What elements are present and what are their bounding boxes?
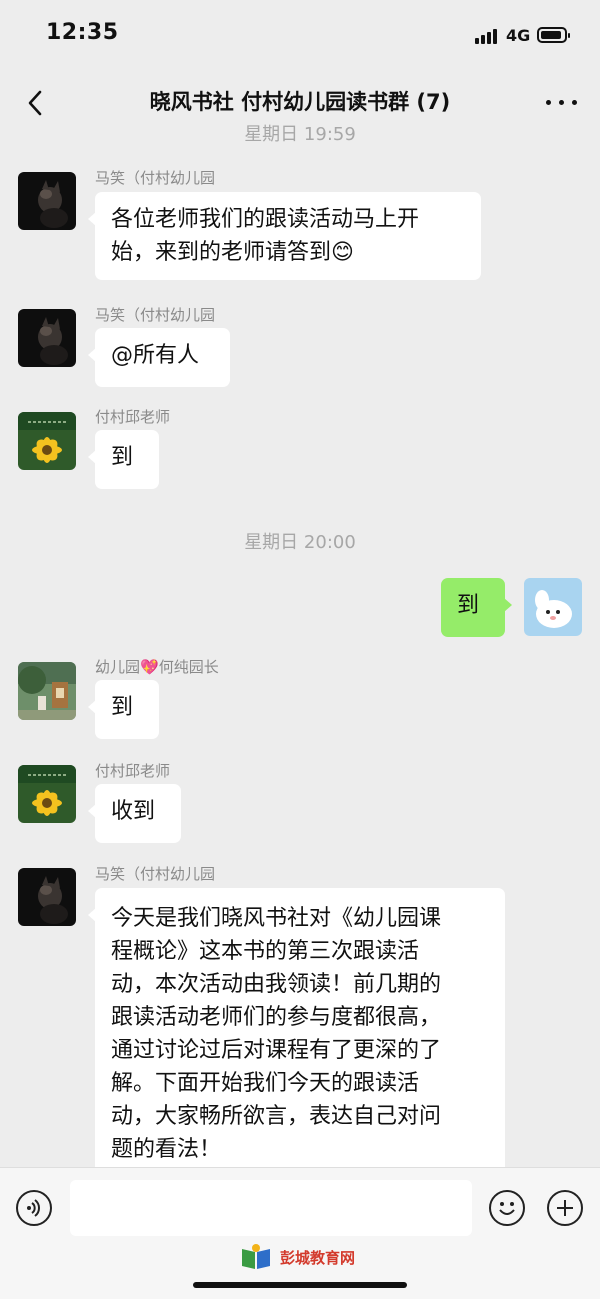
- more-options-icon[interactable]: [543, 87, 583, 117]
- message-text: @所有人: [111, 343, 200, 368]
- sender-name: 付村邱老师: [95, 762, 171, 780]
- heart-emoji: 💖: [140, 658, 159, 676]
- timestamp: 星期日 20:00: [244, 532, 356, 553]
- watermark-logo: 彭城教育网: [240, 1241, 355, 1273]
- message-bubble[interactable]: 各位老师我们的跟读活动马上开 始，来到的老师请答到😊: [88, 192, 481, 280]
- message-text: 各位老师我们的跟读活动马上开 始，来到的老师请答到: [111, 207, 420, 265]
- cat-avatar[interactable]: [18, 309, 76, 367]
- cat-avatar[interactable]: [18, 868, 76, 926]
- timestamp: 星期日 19:59: [244, 124, 356, 145]
- input-bar: 彭城教育网: [0, 1167, 600, 1299]
- garden-avatar[interactable]: [18, 662, 76, 720]
- message-bubble[interactable]: 收到: [88, 784, 181, 843]
- sunflower-avatar[interactable]: [18, 765, 76, 823]
- message-list[interactable]: 星期日 19:59 马笑（付村幼儿园 各位老师我们的跟读活动马上开 始，来到的老…: [0, 124, 600, 1167]
- message-bubble[interactable]: 到: [88, 430, 159, 489]
- message-bubble[interactable]: 今天是我们晓风书社对《幼儿园课 程概论》这本书的第三次跟读活 动，本次活动由我领…: [88, 888, 505, 1167]
- message-text: 到: [111, 695, 134, 720]
- battery-icon: [537, 27, 570, 43]
- watermark-text: 彭城教育网: [280, 1248, 356, 1267]
- smiley-icon[interactable]: [489, 1190, 525, 1226]
- signal-icon: [475, 28, 499, 44]
- status-time: 12:35: [46, 20, 119, 45]
- network-type: 4G: [506, 26, 531, 45]
- message-bubble[interactable]: 到: [88, 680, 159, 739]
- message-text: 到: [111, 445, 134, 470]
- book-logo-icon: [242, 1244, 270, 1269]
- message-bubble[interactable]: @所有人: [88, 328, 230, 387]
- plus-icon[interactable]: [547, 1190, 583, 1226]
- cartoon-avatar[interactable]: [524, 578, 582, 636]
- my-message-bubble[interactable]: 到: [441, 578, 512, 637]
- home-indicator[interactable]: [193, 1282, 407, 1288]
- sender-name: 幼儿园💖何纯园长: [95, 658, 219, 676]
- sender-name: 马笑（付村幼儿园: [95, 865, 216, 883]
- voice-icon[interactable]: [16, 1190, 52, 1226]
- chat-header: 晓风书社 付村幼儿园读书群 (7): [0, 72, 600, 132]
- sunflower-avatar[interactable]: [18, 412, 76, 470]
- message-input[interactable]: [70, 1180, 472, 1236]
- message-text: 收到: [111, 799, 156, 824]
- message-text: 今天是我们晓风书社对《幼儿园课 程概论》这本书的第三次跟读活 动，本次活动由我领…: [111, 906, 442, 1162]
- sender-name: 马笑（付村幼儿园: [95, 306, 216, 324]
- smile-emoji: 😊: [331, 240, 354, 265]
- sender-name: 付村邱老师: [95, 408, 171, 426]
- sender-name: 马笑（付村幼儿园: [95, 169, 216, 187]
- chat-title: 晓风书社 付村幼儿园读书群 (7): [149, 90, 451, 114]
- message-text: 到: [457, 593, 480, 618]
- cat-avatar[interactable]: [18, 172, 76, 230]
- status-bar: 12:35 4G: [0, 0, 600, 72]
